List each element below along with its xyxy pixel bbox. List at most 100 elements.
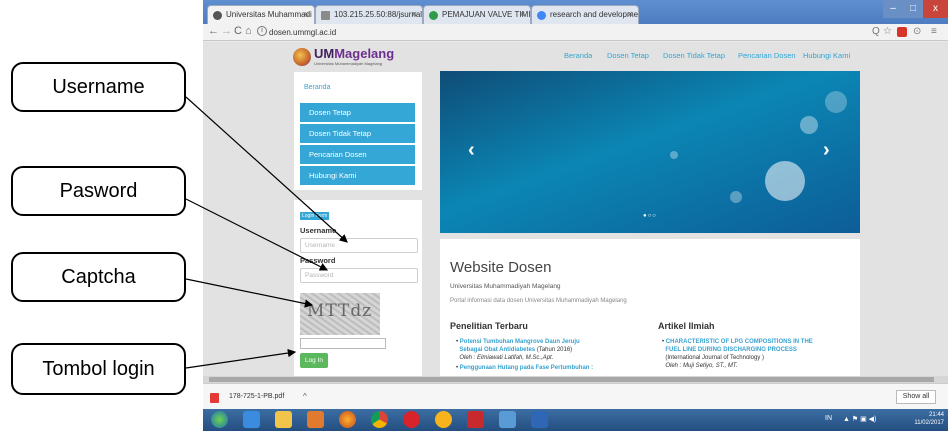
slider-bokeh: [730, 191, 742, 203]
word-icon[interactable]: [531, 411, 548, 428]
home-icon[interactable]: ⌂: [245, 25, 252, 37]
show-all-button[interactable]: Show all: [896, 390, 936, 404]
callout-captcha: Captcha: [11, 252, 186, 302]
nav-pencarian-dosen[interactable]: Pencarian Dosen: [738, 51, 796, 60]
info-icon[interactable]: i: [257, 26, 267, 36]
slider-next-icon[interactable]: ›: [823, 139, 830, 162]
reload-icon[interactable]: C: [234, 25, 242, 37]
ie-icon[interactable]: [243, 411, 260, 428]
captcha-input[interactable]: [300, 338, 386, 349]
logo-emblem-icon: [293, 48, 311, 66]
password-label: Password: [300, 256, 336, 265]
list-item[interactable]: • Potensi Tumbuhan Mangrove Daun Jeruju …: [456, 338, 656, 362]
folder-icon[interactable]: [275, 411, 292, 428]
firefox-icon[interactable]: [339, 411, 356, 428]
back-icon[interactable]: ←: [208, 25, 219, 37]
page-subtitle: Universitas Muhammadiyah Magelang: [450, 283, 561, 290]
callout-username: Username: [11, 62, 186, 112]
tab-label: PEMAJUAN VALVE TIMI: [442, 10, 531, 19]
chrome-icon[interactable]: [371, 411, 388, 428]
address-bar: ← → C ⌂ i dosen.ummgl.ac.id Q ☆ ⊙ ≡: [203, 24, 948, 41]
list-item[interactable]: • CHARACTERISTIC OF LPG COMPOSITIONS IN …: [662, 338, 862, 370]
scrollbar-thumb[interactable]: [209, 377, 934, 382]
portal-description: Portal informasi data dosen Universitas …: [450, 298, 627, 304]
list-item[interactable]: • Penggunaan Hutang pada Fase Pertumbuha…: [456, 364, 656, 372]
bookmark-star-icon[interactable]: ☆: [883, 26, 892, 37]
tab-universitas[interactable]: Universitas Muhammadi ×: [207, 5, 315, 24]
media-player-icon[interactable]: [307, 411, 324, 428]
slider-bokeh: [765, 161, 805, 201]
favicon-icon: [429, 11, 438, 20]
image-slider: ‹ › ●○○: [440, 71, 860, 233]
stage: Universitas Muhammadi × 103.215.25.50:88…: [0, 0, 948, 431]
pdf-icon: [210, 393, 219, 403]
login-button[interactable]: Log In: [300, 353, 328, 368]
sidebar-item-hubungi-kami[interactable]: Hubungi Kami: [300, 166, 415, 185]
download-bar: 178-725-1-PB.pdf ^ Show all: [203, 383, 948, 409]
callout-password: Pasword: [11, 166, 186, 216]
close-icon[interactable]: ×: [628, 9, 633, 19]
logo-text: UMMagelang: [314, 46, 395, 61]
tab-label: Universitas Muhammadi: [226, 10, 312, 19]
slider-dots[interactable]: ●○○: [643, 213, 657, 219]
username-label: Username: [300, 226, 337, 235]
app-icon[interactable]: [435, 411, 452, 428]
captcha-image: MTTdz: [300, 293, 380, 335]
tray-icons[interactable]: ▲ ⚑ ▣ ◀): [843, 415, 876, 423]
tab-valve[interactable]: PEMAJUAN VALVE TIMI ×: [423, 5, 531, 24]
url-field[interactable]: dosen.ummgl.ac.id: [269, 26, 839, 39]
download-file-name[interactable]: 178-725-1-PB.pdf: [229, 393, 284, 400]
sidebar-item-dosen-tetap[interactable]: Dosen Tetap: [300, 103, 415, 122]
tab-jurnal[interactable]: 103.215.25.50:88/jsurnal ×: [315, 5, 423, 24]
sidebar-item-beranda[interactable]: Beranda: [304, 84, 330, 91]
taskbar: IN ▲ ⚑ ▣ ◀) 21:44 11/02/2017: [203, 409, 948, 431]
tab-research[interactable]: research and developme ×: [531, 5, 639, 24]
sidebar-item-pencarian-dosen[interactable]: Pencarian Dosen: [300, 145, 415, 164]
site-logo[interactable]: UMMagelang Universitas Muhammadiyah Mage…: [293, 46, 413, 68]
close-window-button[interactable]: x: [923, 0, 948, 18]
username-input[interactable]: Username: [300, 238, 418, 253]
close-icon[interactable]: ×: [520, 9, 525, 19]
password-input[interactable]: Password: [300, 268, 418, 283]
article-heading: Artikel Ilmiah: [658, 321, 715, 331]
callout-login-button: Tombol login: [11, 343, 186, 395]
shield-icon[interactable]: ⊙: [913, 26, 921, 37]
extension-icon[interactable]: [897, 27, 907, 37]
screen-capture-icon[interactable]: [499, 411, 516, 428]
google-icon: [537, 11, 546, 20]
slider-bokeh: [825, 91, 847, 113]
logo-subtitle: Universitas Muhammadiyah Magelang: [314, 61, 383, 66]
browser-window: Universitas Muhammadi × 103.215.25.50:88…: [203, 0, 948, 431]
zoom-icon[interactable]: Q: [872, 26, 880, 37]
research-heading: Penelitian Terbaru: [450, 321, 528, 331]
tab-strip: Universitas Muhammadi × 103.215.25.50:88…: [203, 0, 948, 24]
nav-dosen-tidak-tetap[interactable]: Dosen Tidak Tetap: [663, 51, 725, 60]
minimize-button[interactable]: –: [883, 0, 903, 18]
slider-prev-icon[interactable]: ‹: [468, 139, 475, 162]
nav-beranda[interactable]: Beranda: [564, 51, 592, 60]
tab-label: research and developme: [550, 10, 639, 19]
language-indicator[interactable]: IN: [825, 415, 832, 422]
page-title: Website Dosen: [450, 259, 552, 276]
page-icon: [321, 11, 330, 20]
maximize-button[interactable]: □: [903, 0, 923, 18]
start-button-icon[interactable]: [211, 411, 228, 428]
forward-icon[interactable]: →: [221, 25, 232, 37]
menu-icon[interactable]: ≡: [931, 26, 937, 37]
favicon-icon: [213, 11, 222, 20]
close-icon[interactable]: ×: [412, 9, 417, 19]
chevron-up-icon[interactable]: ^: [303, 392, 307, 401]
nav-dosen-tetap[interactable]: Dosen Tetap: [607, 51, 649, 60]
login-form: Login Form Username Username Password Pa…: [294, 200, 422, 376]
opera-icon[interactable]: [403, 411, 420, 428]
close-icon[interactable]: ×: [304, 9, 309, 19]
horizontal-scrollbar[interactable]: [203, 376, 948, 383]
pdf-reader-icon[interactable]: [467, 411, 484, 428]
tab-label: 103.215.25.50:88/jsurnal: [334, 10, 423, 19]
slider-bokeh: [800, 116, 818, 134]
slider-bokeh: [670, 151, 678, 159]
system-clock[interactable]: 21:44 11/02/2017: [914, 411, 944, 427]
sidebar-item-dosen-tidak-tetap[interactable]: Dosen Tidak Tetap: [300, 124, 415, 143]
nav-hubungi-kami[interactable]: Hubungi Kami: [803, 51, 850, 60]
page-viewport: UMMagelang Universitas Muhammadiyah Mage…: [203, 42, 948, 376]
